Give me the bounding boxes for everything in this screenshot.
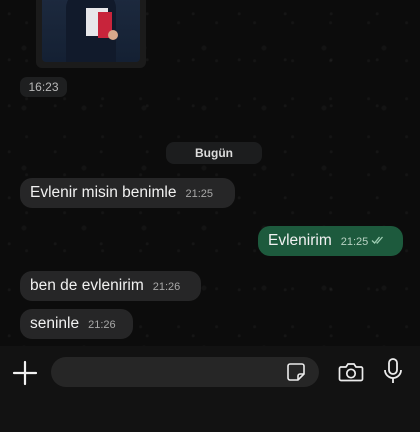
message-time: 21:26: [152, 281, 181, 293]
message-bubble-incoming[interactable]: seninle 21:26: [20, 309, 133, 339]
chat-area[interactable]: 16:23 Bugün Evlenir misin benimle 21:25 E…: [0, 0, 420, 346]
camera-icon[interactable]: [338, 360, 364, 384]
photo[interactable]: [42, 0, 140, 62]
message-time: 21:25: [185, 188, 213, 200]
image-timestamp: 16:23: [20, 77, 67, 97]
microphone-icon[interactable]: [382, 357, 404, 385]
date-separator: Bugün: [166, 142, 262, 164]
message-input[interactable]: [51, 357, 319, 387]
message-text: seninle: [30, 315, 80, 332]
message-text: Evlenir misin benimle: [30, 184, 177, 201]
message-time: 21:25: [340, 236, 369, 249]
message-bubble-incoming[interactable]: Evlenir misin benimle 21:25: [20, 178, 235, 208]
photo-hand: [108, 30, 118, 40]
message-time: 21:26: [88, 319, 116, 331]
read-receipt-icon: [371, 226, 385, 256]
image-message[interactable]: [36, 0, 146, 68]
plus-icon[interactable]: [12, 360, 38, 386]
message-text: Evlenirim: [268, 232, 332, 250]
message-bubble-outgoing[interactable]: Evlenirim 21:25: [258, 226, 403, 256]
sticker-icon[interactable]: [286, 362, 306, 382]
message-text: ben de evlenirim: [30, 277, 144, 294]
message-bubble-incoming[interactable]: ben de evlenirim 21:26: [20, 271, 201, 301]
